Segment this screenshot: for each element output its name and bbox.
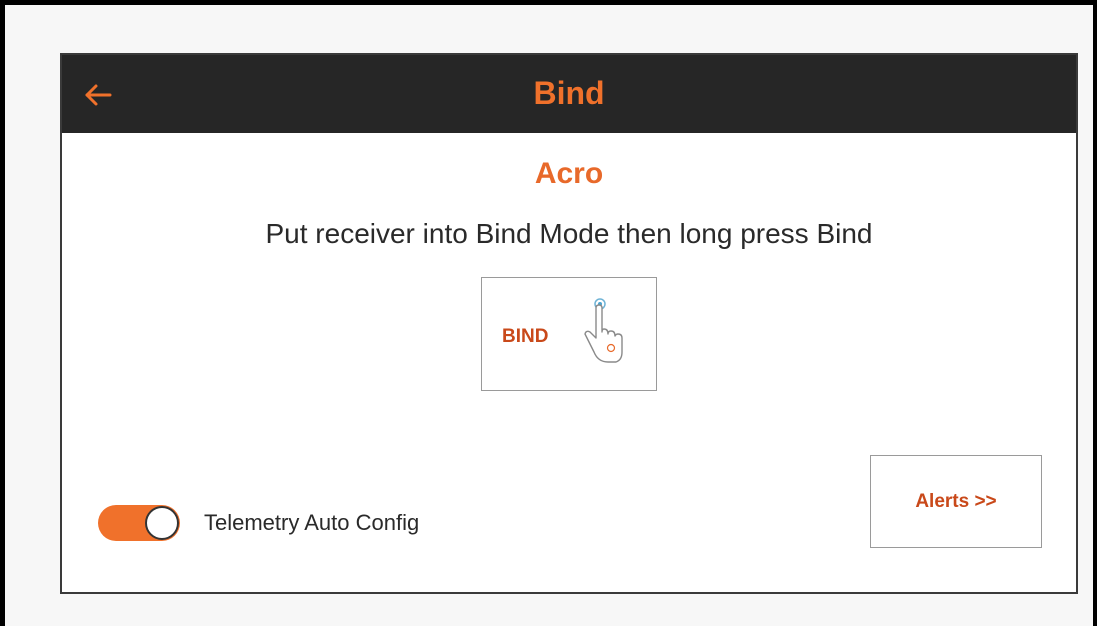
bind-button[interactable]: BIND xyxy=(481,277,657,391)
bind-screen: Bind Acro Put receiver into Bind Mode th… xyxy=(60,53,1078,594)
telemetry-auto-config-toggle[interactable] xyxy=(98,505,180,541)
finger-press-icon xyxy=(584,298,623,363)
toggle-knob xyxy=(145,506,179,540)
bind-button-label: BIND xyxy=(502,326,549,347)
telemetry-auto-config-label: Telemetry Auto Config xyxy=(204,510,420,535)
bind-instruction: Put receiver into Bind Mode then long pr… xyxy=(265,218,873,249)
model-name: Acro xyxy=(534,157,604,190)
window-background: Bind Acro Put receiver into Bind Mode th… xyxy=(5,5,1093,626)
title-bar: Bind xyxy=(62,55,1076,133)
alerts-button[interactable]: Alerts >> xyxy=(870,455,1042,548)
page-title: Bind xyxy=(533,75,605,111)
